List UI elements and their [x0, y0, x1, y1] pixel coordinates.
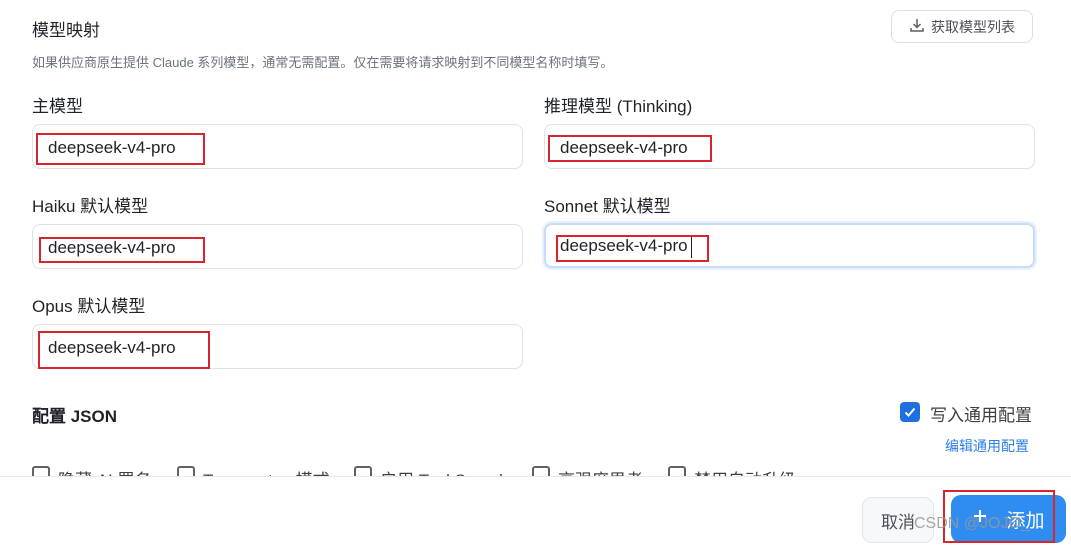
write-common-label: 写入通用配置	[930, 406, 1032, 425]
edit-common-config-link[interactable]: 编辑通用配置	[945, 436, 1029, 456]
option-hide-ai-attribution[interactable]: 隐藏 AI 署名	[32, 466, 152, 476]
opus-model-label: Opus 默认模型	[32, 297, 146, 316]
option-label: 高强度思考	[558, 466, 643, 476]
option-label: 启用 Tool Search	[380, 466, 509, 476]
main-model-input[interactable]: deepseek-v4-pro	[32, 124, 523, 169]
reasoning-model-input[interactable]: deepseek-v4-pro	[544, 124, 1035, 169]
option-teammates-mode[interactable]: Teammates 模式	[177, 466, 330, 476]
write-common-checkbox[interactable]	[900, 402, 920, 422]
checkbox[interactable]	[668, 466, 686, 476]
sonnet-model-label: Sonnet 默认模型	[544, 197, 671, 216]
download-icon	[909, 17, 925, 36]
dialog-footer: 取消	[0, 477, 1071, 546]
option-label: Teammates 模式	[203, 466, 330, 476]
checkbox[interactable]	[532, 466, 550, 476]
reasoning-model-label: 推理模型 (Thinking)	[544, 97, 693, 116]
config-options-row: 隐藏 AI 署名 Teammates 模式 启用 Tool Search 高强度…	[32, 462, 1032, 476]
text-caret	[691, 236, 692, 258]
sonnet-model-input[interactable]: deepseek-v4-pro	[544, 223, 1035, 268]
fetch-model-list-label: 获取模型列表	[931, 18, 1015, 35]
checkbox[interactable]	[32, 466, 50, 476]
section-title: 模型映射	[32, 21, 100, 40]
config-json-title: 配置 JSON	[32, 407, 118, 426]
haiku-model-label: Haiku 默认模型	[32, 197, 149, 216]
main-model-label: 主模型	[32, 97, 83, 116]
checkbox[interactable]	[177, 466, 195, 476]
option-label: 隐藏 AI 署名	[58, 466, 152, 476]
mapping-description: 如果供应商原生提供 Claude 系列模型，通常无需配置。仅在需要将请求映射到不…	[32, 55, 614, 70]
model-mapping-panel: 模型映射 获取模型列表 如果供应商原生提供 Claude 系列模型，通常无需配置…	[0, 0, 1071, 476]
haiku-model-input[interactable]: deepseek-v4-pro	[32, 224, 523, 269]
checkbox[interactable]	[354, 466, 372, 476]
option-label: 禁用自动升级	[694, 466, 796, 476]
fetch-model-list-button[interactable]: 获取模型列表	[891, 10, 1033, 43]
watermark: CSDN @JOJO_	[914, 515, 1030, 532]
option-tool-search[interactable]: 启用 Tool Search	[354, 466, 509, 476]
opus-model-input[interactable]: deepseek-v4-pro	[32, 324, 523, 369]
option-high-effort[interactable]: 高强度思考	[532, 466, 643, 476]
check-icon	[904, 407, 916, 417]
option-disable-auto-upgrade[interactable]: 禁用自动升级	[668, 466, 796, 476]
